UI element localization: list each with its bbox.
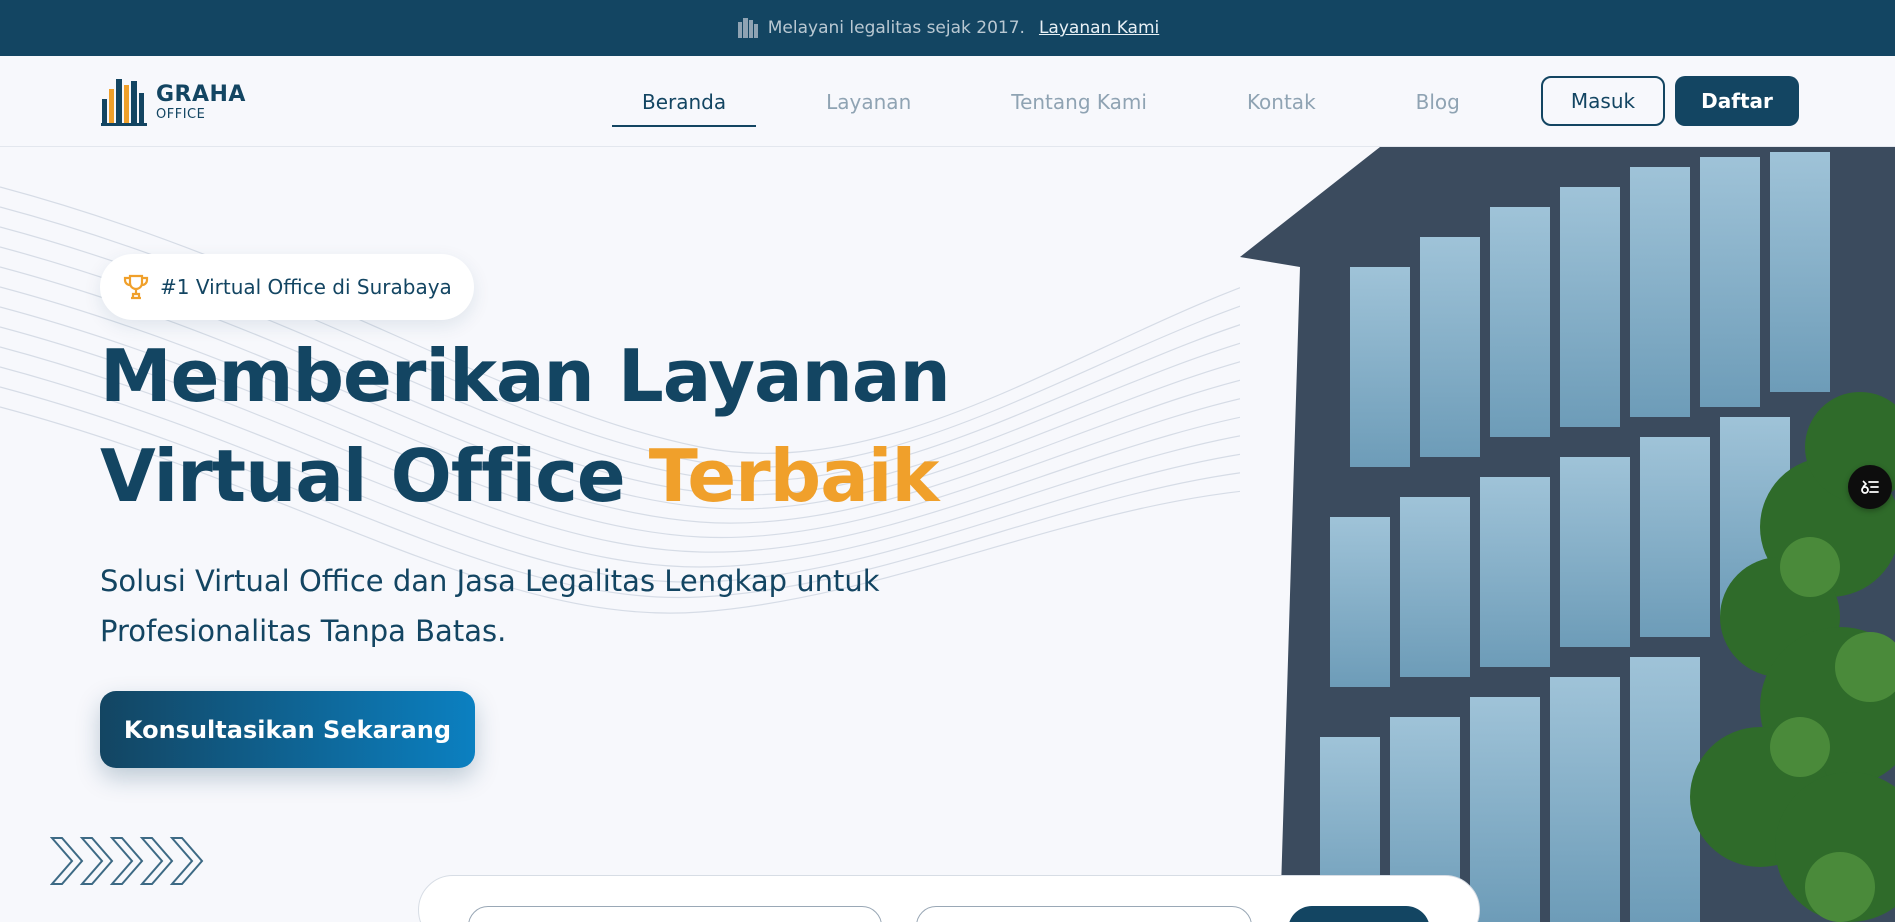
services-link[interactable]: Layanan Kami [1039, 18, 1159, 38]
search-button[interactable] [1288, 906, 1430, 922]
nav-item-layanan[interactable]: Layanan [796, 56, 941, 147]
search-field-1[interactable] [468, 906, 882, 922]
login-button[interactable]: Masuk [1541, 76, 1665, 126]
announcement-text: Melayani legalitas sejak 2017. [767, 18, 1025, 38]
hero-badge: #1 Virtual Office di Surabaya [100, 254, 474, 320]
chevrons-decoration [50, 837, 204, 885]
hero-subtitle: Solusi Virtual Office dan Jasa Legalitas… [100, 564, 880, 648]
hero-title-line1: Memberikan Layanan [100, 334, 951, 418]
nav-item-kontak[interactable]: Kontak [1217, 56, 1346, 147]
hero-title-accent: Terbaik [648, 434, 940, 518]
nav-item-tentang-kami[interactable]: Tentang Kami [981, 56, 1177, 147]
hero-title: Memberikan Layanan Virtual Office Terbai… [100, 326, 951, 526]
hero-badge-text: #1 Virtual Office di Surabaya [160, 275, 452, 299]
accessibility-settings-icon[interactable] [1848, 465, 1892, 509]
main-nav: Beranda Layanan Tentang Kami Kontak Blog [612, 56, 1530, 147]
logo-subtitle: OFFICE [156, 106, 206, 122]
hero-title-line2: Virtual Office [100, 434, 649, 518]
consult-now-button[interactable]: Konsultasikan Sekarang [100, 691, 475, 768]
logo-title: GRAHA [156, 81, 246, 107]
nav-item-blog[interactable]: Blog [1386, 56, 1490, 147]
buildings-logo-icon [101, 79, 147, 126]
logo[interactable]: GRAHA OFFICE [100, 76, 246, 128]
nav-item-beranda[interactable]: Beranda [612, 56, 757, 147]
register-button[interactable]: Daftar [1675, 76, 1799, 126]
building-icon [737, 18, 758, 38]
trophy-icon [123, 274, 149, 300]
search-field-2[interactable] [916, 906, 1252, 922]
navbar: GRAHA OFFICE Beranda Layanan Tentang Kam… [0, 56, 1895, 147]
building-photo [1240, 147, 1895, 922]
announcement-bar: Melayani legalitas sejak 2017. Layanan K… [0, 0, 1895, 56]
